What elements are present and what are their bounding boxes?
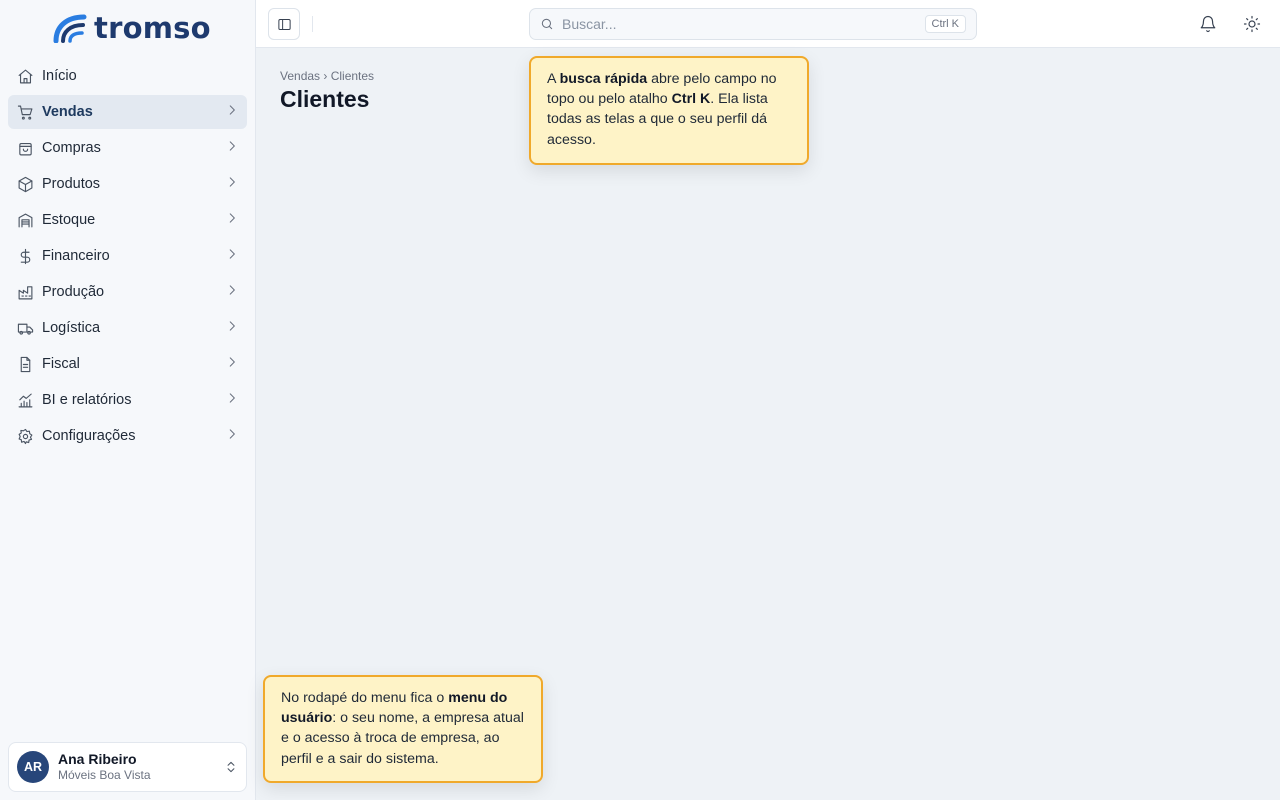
logo-mark-icon xyxy=(53,14,87,43)
chevron-right-icon xyxy=(225,103,239,122)
sidebar-item-label: Produtos xyxy=(42,176,101,192)
user-company: Móveis Boa Vista xyxy=(58,768,151,782)
sidebar-nav: Início Vendas Compras Produtos Estoque F… xyxy=(8,59,247,455)
notifications-button[interactable] xyxy=(1196,12,1220,36)
tooltip-text: No rodapé do menu fica o xyxy=(281,690,449,706)
panel-left-icon xyxy=(277,18,291,30)
tooltip-bold: Ctrl K xyxy=(671,91,711,108)
tooltip-text: A xyxy=(547,71,560,87)
sidebar-item-inicio[interactable]: Início xyxy=(8,59,247,93)
cart-icon xyxy=(16,103,34,121)
avatar: AR xyxy=(17,751,49,783)
sidebar-item-compras[interactable]: Compras xyxy=(8,131,247,165)
sidebar-item-fiscal[interactable]: Fiscal xyxy=(8,347,247,381)
sidebar-item-label: Produção xyxy=(42,284,105,300)
topbar-divider xyxy=(312,16,313,32)
sidebar-item-logistica[interactable]: Logística xyxy=(8,311,247,345)
search-box[interactable]: Ctrl K xyxy=(529,8,977,40)
page-title: Clientes xyxy=(280,86,370,112)
brand-name: tromso xyxy=(94,11,211,45)
factory-icon xyxy=(16,283,34,301)
chevron-right-icon xyxy=(225,355,239,374)
sidebar-item-estoque[interactable]: Estoque xyxy=(8,203,247,237)
search-input[interactable] xyxy=(562,16,925,32)
shopping-bag-icon xyxy=(16,139,34,157)
sidebar-toggle-button[interactable] xyxy=(268,8,300,40)
chevron-right-icon xyxy=(225,283,239,302)
sidebar-item-label: Financeiro xyxy=(42,248,110,264)
chevron-right-icon xyxy=(225,391,239,410)
search-shortcut-badge: Ctrl K xyxy=(924,15,966,33)
search-tooltip: A busca rápida abre pelo campo no topo o… xyxy=(529,56,809,165)
sidebar-item-label: Estoque xyxy=(42,212,96,228)
chevron-right-icon xyxy=(225,319,239,338)
chevron-right-icon xyxy=(225,427,239,446)
user-menu[interactable]: AR Ana Ribeiro Móveis Boa Vista xyxy=(8,742,247,792)
user-name: Ana Ribeiro xyxy=(58,751,137,767)
package-icon xyxy=(16,175,34,193)
sidebar-item-financeiro[interactable]: Financeiro xyxy=(8,239,247,273)
sun-icon xyxy=(1243,15,1261,33)
user-info: Ana Ribeiro Móveis Boa Vista xyxy=(58,751,216,783)
dollar-icon xyxy=(16,247,34,265)
home-icon xyxy=(16,67,34,85)
sidebar-item-produtos[interactable]: Produtos xyxy=(8,167,247,201)
sidebar-item-label: Compras xyxy=(42,140,101,156)
sidebar-item-label: Vendas xyxy=(42,104,93,120)
bell-icon xyxy=(1200,15,1216,33)
warehouse-icon xyxy=(16,211,34,229)
tooltip-bold: busca rápida xyxy=(559,71,648,87)
chevron-right-icon xyxy=(225,211,239,230)
sidebar-item-vendas[interactable]: Vendas xyxy=(8,95,247,129)
sidebar-item-label: BI e relatórios xyxy=(42,392,132,408)
brand-logo[interactable]: tromso xyxy=(0,0,255,56)
chevron-right-icon xyxy=(225,247,239,266)
sidebar-item-label: Logística xyxy=(42,320,101,336)
chevrons-up-down-icon xyxy=(216,760,246,774)
sidebar-item-configuracoes[interactable]: Configurações xyxy=(8,419,247,453)
sidebar-item-label: Fiscal xyxy=(42,356,80,372)
chevron-right-icon xyxy=(225,139,239,158)
theme-toggle-button[interactable] xyxy=(1240,12,1264,36)
sidebar: tromso Início Vendas Compras Produtos Es… xyxy=(0,0,256,800)
search-icon xyxy=(541,18,553,30)
user-menu-tooltip: No rodapé do menu fica o menu do usuário… xyxy=(263,675,543,783)
chart-icon xyxy=(16,391,34,409)
sidebar-item-label: Configurações xyxy=(42,428,136,444)
sidebar-item-producao[interactable]: Produção xyxy=(8,275,247,309)
sidebar-item-label: Início xyxy=(42,68,77,84)
breadcrumb: Vendas › Clientes xyxy=(280,69,375,83)
topbar: Ctrl K xyxy=(256,0,1280,48)
chevron-right-icon xyxy=(225,175,239,194)
settings-icon xyxy=(16,427,34,445)
sidebar-item-bi-relatorios[interactable]: BI e relatórios xyxy=(8,383,247,417)
file-text-icon xyxy=(16,355,34,373)
truck-icon xyxy=(16,319,34,337)
